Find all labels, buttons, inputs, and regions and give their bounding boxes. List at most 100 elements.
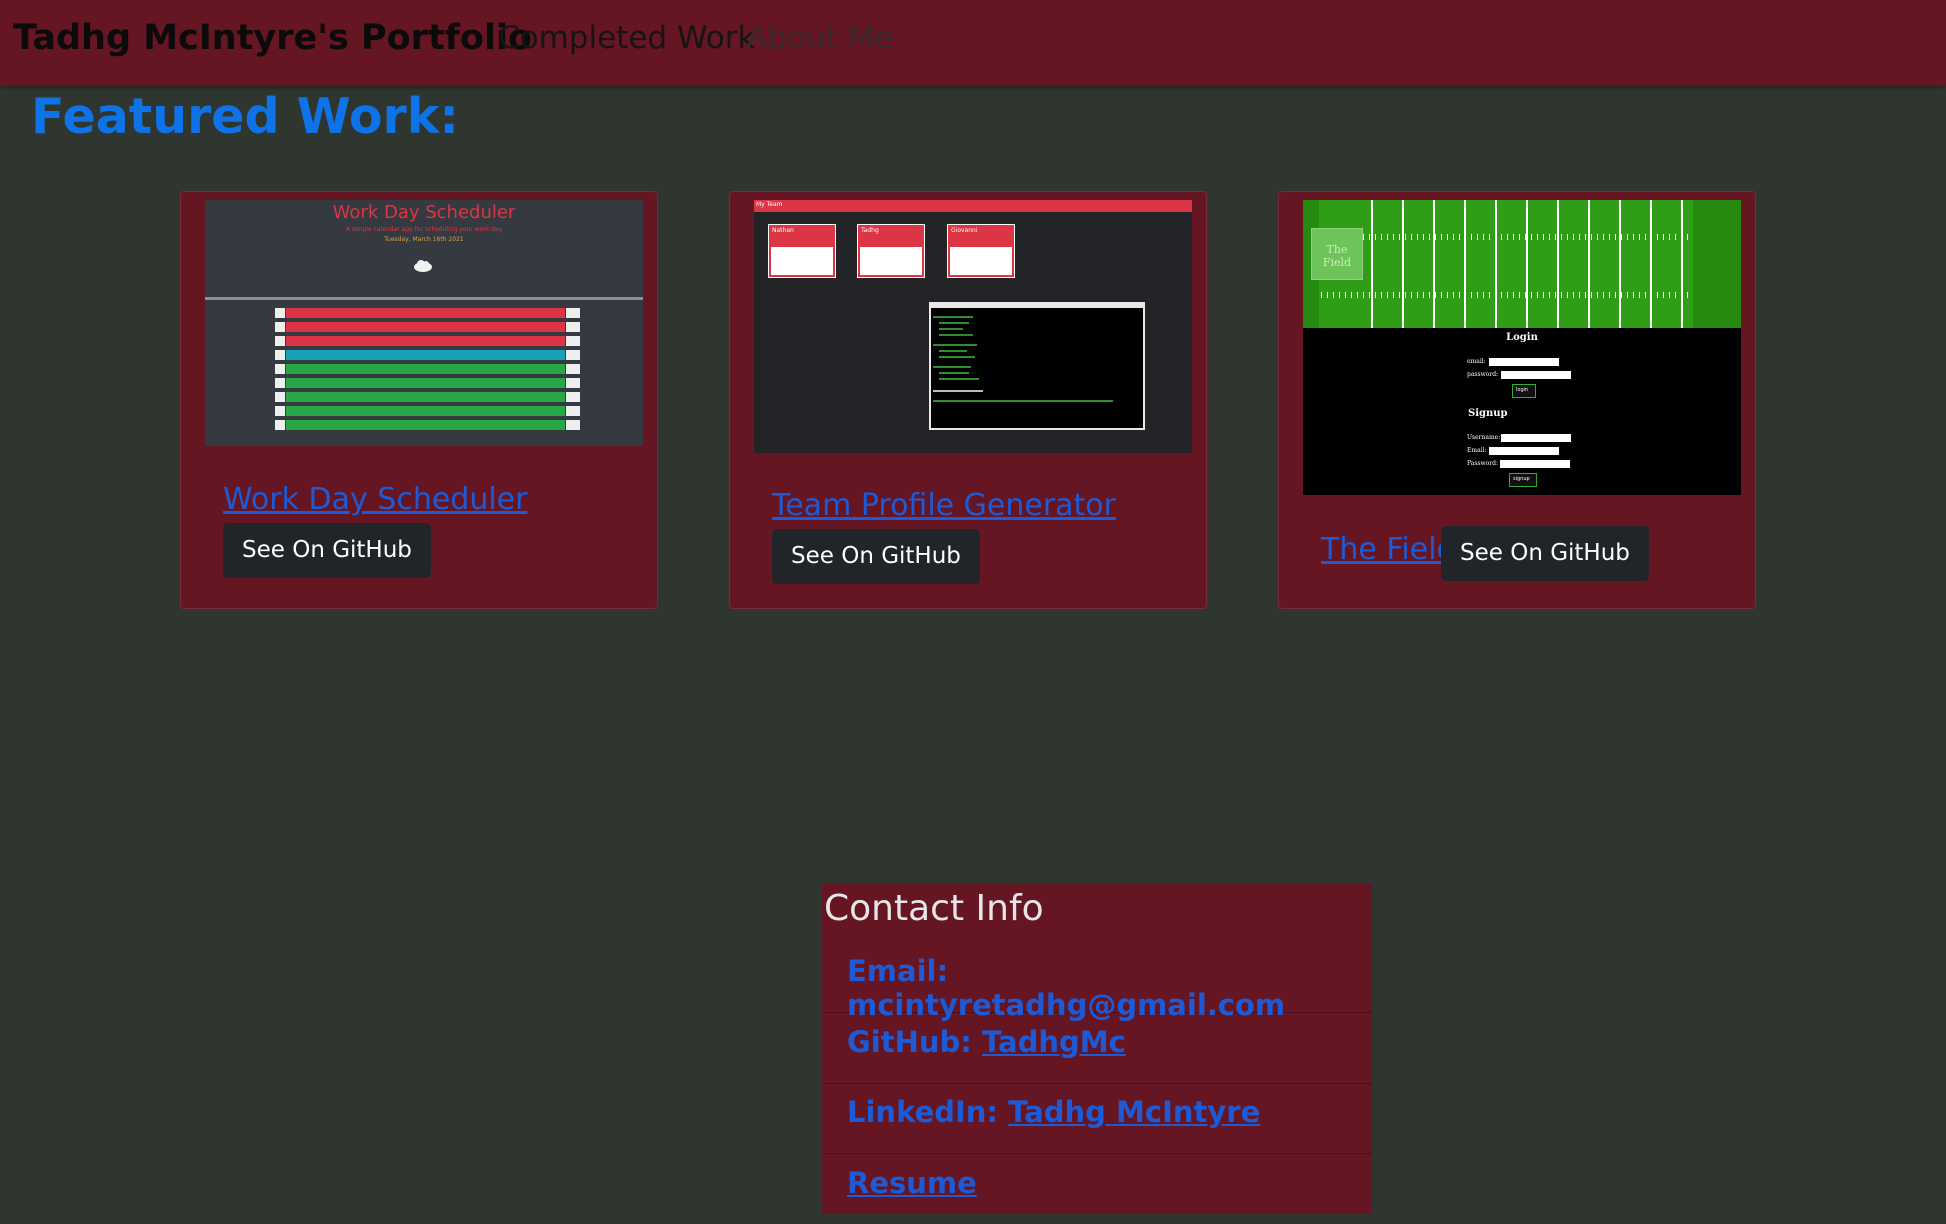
yard-line bbox=[1619, 200, 1621, 328]
resume-link[interactable]: Resume bbox=[847, 1166, 977, 1200]
hash-mark bbox=[1363, 234, 1364, 240]
hash-mark bbox=[1477, 292, 1478, 298]
hash-mark bbox=[1639, 234, 1640, 240]
yard-line bbox=[1433, 200, 1435, 328]
contact-email[interactable]: Email: mcintyretadhg@gmail.com bbox=[847, 954, 1372, 1022]
hash-mark bbox=[1585, 292, 1586, 298]
hash-mark bbox=[1423, 292, 1424, 298]
hash-mark bbox=[1681, 234, 1682, 240]
hash-mark bbox=[1513, 292, 1514, 298]
nav-link-completed-work[interactable]: Completed Work bbox=[498, 20, 755, 56]
schedule-hour-block bbox=[275, 378, 285, 388]
schedule-save-block bbox=[566, 308, 580, 318]
signup-password-label: Password: bbox=[1467, 460, 1498, 467]
project-link-team-profile-generator[interactable]: Team Profile Generator bbox=[772, 488, 1116, 523]
hash-mark bbox=[1687, 234, 1688, 240]
hash-mark bbox=[1675, 292, 1676, 298]
project-card-team-profile-generator: My Team Nathan Tadhg Giovanni Team Profi… bbox=[729, 191, 1207, 609]
contact-info-title: Contact Info bbox=[824, 888, 1044, 929]
hash-mark bbox=[1393, 292, 1394, 298]
thumb-date: Tuesday, March 16th 2021 bbox=[384, 236, 464, 243]
schedule-save-block bbox=[566, 378, 580, 388]
the-field-logo: The Field bbox=[1311, 228, 1363, 280]
hash-mark bbox=[1609, 292, 1610, 298]
hash-mark bbox=[1447, 292, 1448, 298]
hash-mark bbox=[1483, 292, 1484, 298]
signup-password-input[interactable] bbox=[1500, 460, 1570, 468]
hash-mark bbox=[1399, 292, 1400, 298]
member-card: Nathan bbox=[768, 224, 836, 278]
schedule-row bbox=[286, 378, 565, 388]
hash-mark bbox=[1675, 234, 1676, 240]
hash-mark bbox=[1651, 234, 1652, 240]
hash-mark bbox=[1381, 292, 1382, 298]
hash-mark bbox=[1447, 234, 1448, 240]
member-card: Giovanni bbox=[947, 224, 1015, 278]
login-email-input[interactable] bbox=[1489, 358, 1559, 366]
project-thumbnail-the-field: The Field Login email: password: login S… bbox=[1303, 200, 1741, 495]
hash-mark bbox=[1489, 292, 1490, 298]
hash-mark bbox=[1615, 234, 1616, 240]
schedule-hour-block bbox=[275, 392, 285, 402]
signup-email-input[interactable] bbox=[1489, 447, 1559, 455]
signup-button[interactable]: signup bbox=[1509, 473, 1537, 487]
hash-mark bbox=[1519, 292, 1520, 298]
schedule-row bbox=[286, 364, 565, 374]
hash-mark bbox=[1387, 292, 1388, 298]
hash-mark bbox=[1471, 292, 1472, 298]
schedule-row bbox=[286, 336, 565, 346]
hash-mark bbox=[1561, 292, 1562, 298]
hash-mark bbox=[1543, 292, 1544, 298]
schedule-save-block bbox=[566, 364, 580, 374]
hash-mark bbox=[1327, 292, 1328, 298]
schedule-row bbox=[286, 420, 565, 430]
hash-mark bbox=[1489, 234, 1490, 240]
hash-mark bbox=[1339, 292, 1340, 298]
thumb-header-bar: My Team bbox=[754, 200, 1192, 212]
hash-mark bbox=[1429, 234, 1430, 240]
hash-mark bbox=[1345, 292, 1346, 298]
contact-item-github: GitHub: TadhgMc bbox=[822, 1013, 1372, 1084]
schedule-save-block bbox=[566, 322, 580, 332]
contact-info-panel: Contact Info Email: mcintyretadhg@gmail.… bbox=[822, 884, 1372, 1214]
hash-mark bbox=[1591, 234, 1592, 240]
login-password-input[interactable] bbox=[1501, 371, 1571, 379]
hash-mark bbox=[1567, 292, 1568, 298]
thumb-divider bbox=[205, 297, 643, 300]
hash-mark bbox=[1393, 234, 1394, 240]
github-link[interactable]: TadhgMc bbox=[982, 1025, 1126, 1059]
linkedin-link[interactable]: Tadhg McIntyre bbox=[1008, 1095, 1260, 1129]
yard-line bbox=[1650, 200, 1652, 328]
hash-mark bbox=[1321, 292, 1322, 298]
hash-mark bbox=[1633, 234, 1634, 240]
login-button[interactable]: login bbox=[1512, 384, 1536, 398]
hash-mark bbox=[1585, 234, 1586, 240]
hash-mark bbox=[1531, 292, 1532, 298]
hash-mark bbox=[1603, 234, 1604, 240]
member-name: Giovanni bbox=[951, 227, 978, 234]
project-thumbnail-scheduler: Work Day Scheduler A simple calendar app… bbox=[205, 200, 643, 446]
signup-username-input[interactable] bbox=[1501, 434, 1571, 442]
hash-mark bbox=[1417, 234, 1418, 240]
yard-line bbox=[1526, 200, 1528, 328]
see-on-github-button-scheduler[interactable]: See On GitHub bbox=[223, 523, 431, 578]
hash-mark bbox=[1573, 234, 1574, 240]
hash-mark bbox=[1405, 234, 1406, 240]
yard-line bbox=[1402, 200, 1404, 328]
hash-mark bbox=[1405, 292, 1406, 298]
hash-mark bbox=[1549, 292, 1550, 298]
project-link-the-field[interactable]: The Field bbox=[1321, 532, 1456, 567]
hash-mark bbox=[1459, 234, 1460, 240]
see-on-github-button-the-field[interactable]: See On GitHub bbox=[1441, 526, 1649, 581]
see-on-github-button-team-profile[interactable]: See On GitHub bbox=[772, 529, 980, 584]
hash-mark bbox=[1495, 234, 1496, 240]
project-link-work-day-scheduler[interactable]: Work Day Scheduler bbox=[223, 482, 527, 517]
nav-link-about-me[interactable]: About Me bbox=[746, 20, 893, 56]
signup-heading: Signup bbox=[1468, 408, 1508, 419]
thumb-header-label: My Team bbox=[756, 201, 783, 208]
hash-mark bbox=[1363, 292, 1364, 298]
hash-mark bbox=[1669, 292, 1670, 298]
password-label: password: bbox=[1467, 371, 1499, 378]
navbar-brand[interactable]: Tadhg McIntyre's Portfolio bbox=[13, 18, 532, 58]
hash-mark bbox=[1555, 234, 1556, 240]
